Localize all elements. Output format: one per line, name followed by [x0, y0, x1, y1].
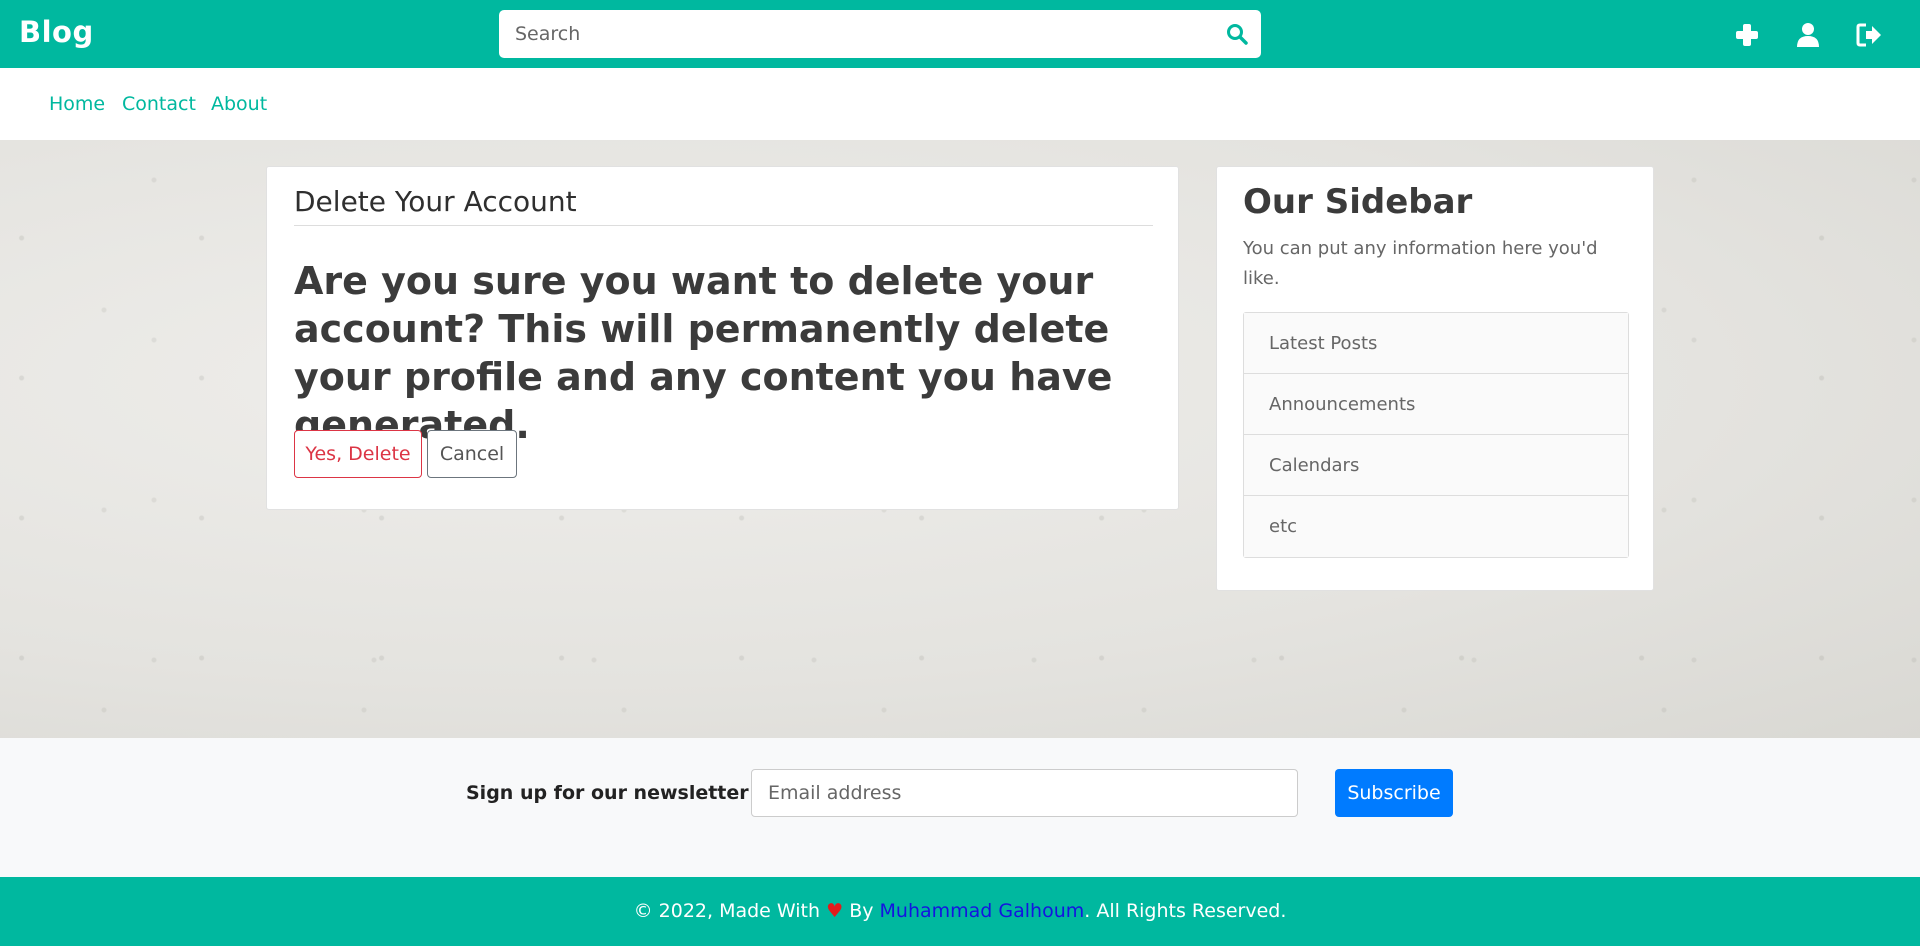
confirm-delete-button[interactable]: Yes, Delete	[294, 430, 422, 478]
sidebar-description: You can put any information here you'd l…	[1243, 238, 1598, 289]
title-divider	[294, 225, 1153, 226]
author-link[interactable]: Muhammad Galhoum	[880, 900, 1085, 922]
footer: © 2022, Made With ♥ By Muhammad Galhoum.…	[0, 877, 1920, 946]
delete-warning: Are you sure you want to delete your acc…	[294, 259, 1113, 447]
email-field[interactable]	[751, 769, 1298, 817]
sidebar-item-announcements[interactable]: Announcements	[1244, 374, 1628, 435]
sidebar-list: Latest Posts Announcements Calendars etc	[1243, 312, 1629, 558]
nav-contact[interactable]: Contact	[122, 93, 196, 115]
main-nav: Home Contact About	[0, 68, 1920, 140]
cancel-button[interactable]: Cancel	[427, 430, 517, 478]
sidebar-item-calendars[interactable]: Calendars	[1244, 435, 1628, 496]
search-input[interactable]	[499, 10, 1199, 58]
brand-logo[interactable]: Blog	[19, 15, 94, 49]
nav-about[interactable]: About	[211, 93, 267, 115]
nav-home[interactable]: Home	[49, 93, 105, 115]
plus-icon[interactable]	[1732, 20, 1762, 50]
delete-account-card: Delete Your Account Are you sure you wan…	[266, 166, 1179, 510]
sidebar-title: Our Sidebar	[1243, 182, 1473, 222]
sign-out-icon[interactable]	[1854, 20, 1884, 50]
newsletter-label: Sign up for our newsletter	[466, 782, 749, 804]
footer-suffix: . All Rights Reserved.	[1084, 900, 1287, 922]
newsletter-section: Sign up for our newsletter Subscribe	[0, 738, 1920, 877]
heart-icon: ♥	[826, 900, 844, 922]
top-navbar: Blog	[0, 0, 1920, 68]
footer-prefix: © 2022, Made With	[633, 900, 821, 922]
sidebar: Our Sidebar You can put any information …	[1216, 166, 1654, 591]
search-icon[interactable]	[1225, 22, 1249, 46]
sidebar-item-etc[interactable]: etc	[1244, 496, 1628, 557]
user-icon[interactable]	[1793, 20, 1823, 50]
subscribe-button[interactable]: Subscribe	[1335, 769, 1453, 817]
footer-by: By	[849, 900, 874, 922]
page-title: Delete Your Account	[294, 185, 577, 218]
sidebar-item-latest-posts[interactable]: Latest Posts	[1244, 313, 1628, 374]
search-box	[499, 10, 1261, 58]
